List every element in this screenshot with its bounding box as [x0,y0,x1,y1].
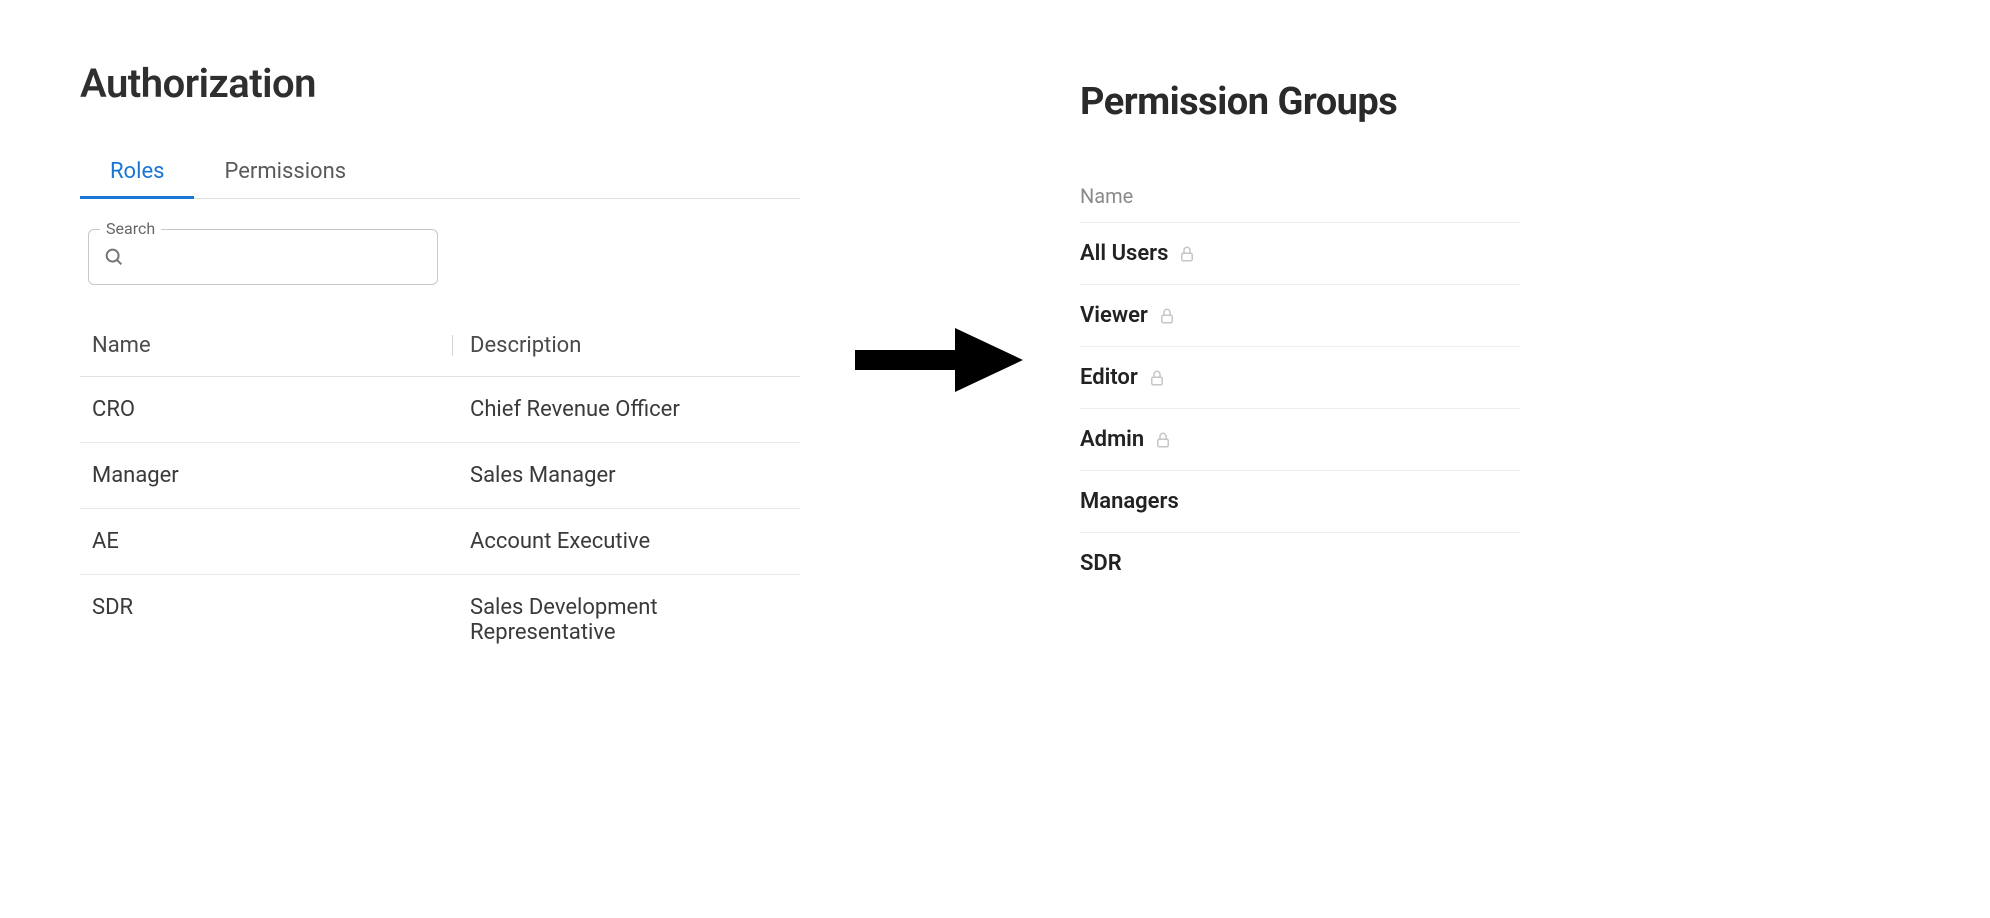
lock-icon [1148,369,1166,387]
group-row[interactable]: Admin [1080,409,1520,471]
page-title: Authorization [80,60,800,107]
column-separator [452,335,453,356]
group-name: Editor [1080,365,1138,390]
search-icon [103,246,125,268]
table-header: Name Description [80,315,800,377]
search-label: Search [100,219,161,238]
column-name[interactable]: Name [92,333,452,358]
cell-description: Chief Revenue Officer [452,397,788,422]
group-row[interactable]: All Users [1080,223,1520,285]
cell-name: Manager [92,463,452,488]
column-description[interactable]: Description [452,333,788,358]
group-row[interactable]: Editor [1080,347,1520,409]
lock-icon [1178,245,1196,263]
tab-roles[interactable]: Roles [80,147,194,199]
arrow-zone [840,60,1040,400]
group-name: Admin [1080,427,1144,452]
roles-table: Name Description CRO Chief Revenue Offic… [80,315,800,665]
group-row[interactable]: SDR [1080,533,1520,594]
permission-groups-panel: Permission Groups Name All Users Viewer … [1080,60,1520,594]
authorization-panel: Authorization Roles Permissions Search N… [80,60,800,665]
table-row[interactable]: AE Account Executive [80,509,800,575]
group-name: All Users [1080,241,1168,266]
column-description-label: Description [470,333,581,358]
tabs: Roles Permissions [80,147,800,199]
group-name: SDR [1080,551,1122,576]
group-name: Managers [1080,489,1179,514]
lock-icon [1154,431,1172,449]
table-row[interactable]: SDR Sales Development Representative [80,575,800,665]
lock-icon [1158,307,1176,325]
cell-description: Account Executive [452,529,788,554]
group-row[interactable]: Managers [1080,471,1520,533]
cell-name: AE [92,529,452,554]
permission-groups-title: Permission Groups [1080,80,1520,124]
cell-description: Sales Manager [452,463,788,488]
search-field: Search [88,229,438,285]
table-row[interactable]: CRO Chief Revenue Officer [80,377,800,443]
group-name: Viewer [1080,303,1148,328]
cell-description: Sales Development Representative [452,595,788,645]
tab-permissions[interactable]: Permissions [194,147,376,199]
cell-name: CRO [92,397,452,422]
search-input[interactable] [135,247,423,268]
pg-column-name: Name [1080,184,1520,223]
arrow-right-icon [855,320,1025,400]
group-row[interactable]: Viewer [1080,285,1520,347]
table-row[interactable]: Manager Sales Manager [80,443,800,509]
cell-name: SDR [92,595,452,645]
